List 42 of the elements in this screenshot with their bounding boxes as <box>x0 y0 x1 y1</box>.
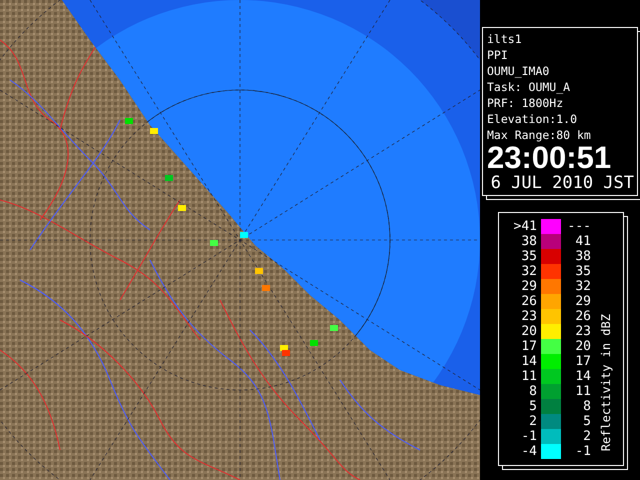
legend-label: -4 <box>520 444 538 459</box>
legend-label: 5 <box>582 414 591 429</box>
legend-label: 11 <box>520 369 538 384</box>
legend-label: -1 <box>520 429 538 444</box>
info-text: ilts1 <box>487 31 523 47</box>
date-text: 6 JUL 2010 JST <box>490 173 634 193</box>
legend-label: 2 <box>582 429 591 444</box>
legend-label: 14 <box>520 354 538 369</box>
legend-label: 11 <box>574 384 591 399</box>
legend-label: -1 <box>574 444 591 459</box>
legend-label: 17 <box>520 339 538 354</box>
legend-label: 29 <box>520 279 538 294</box>
legend-label: 2 <box>528 414 538 429</box>
legend-label: 14 <box>574 369 591 384</box>
legend-label: 17 <box>574 354 591 369</box>
legend-label: 26 <box>574 309 591 324</box>
legend-label: 35 <box>520 249 538 264</box>
legend-label: 20 <box>520 324 538 339</box>
legend-label: 29 <box>574 294 591 309</box>
info-text: Elevation:1.0 <box>487 111 578 127</box>
time-display: 23:00:51 <box>487 143 612 173</box>
legend-label: --- <box>566 219 591 234</box>
legend-title: Reflectivity in dBZ <box>599 314 613 451</box>
legend-label: 32 <box>520 264 538 279</box>
legend-label: 41 <box>574 234 591 249</box>
info-text: Max Range:80 km <box>487 127 592 143</box>
info-text: PRF: 1800Hz <box>487 95 564 111</box>
legend-label: 38 <box>574 249 591 264</box>
legend-label: 8 <box>528 384 538 399</box>
legend-label: 32 <box>574 279 591 294</box>
legend-label: 20 <box>574 339 591 354</box>
info-text: Task: OUMU_A <box>487 79 572 95</box>
legend-label: 5 <box>528 399 538 414</box>
legend-label: 23 <box>520 309 538 324</box>
legend-label: 35 <box>574 264 591 279</box>
legend-label: 26 <box>520 294 538 309</box>
legend-label: >41 <box>512 219 538 234</box>
legend-label: 38 <box>520 234 538 249</box>
info-text: PPI <box>487 47 509 63</box>
legend-label: 23 <box>574 324 591 339</box>
legend-label: 8 <box>582 399 591 414</box>
info-text: OUMU_IMA0 <box>487 63 550 79</box>
